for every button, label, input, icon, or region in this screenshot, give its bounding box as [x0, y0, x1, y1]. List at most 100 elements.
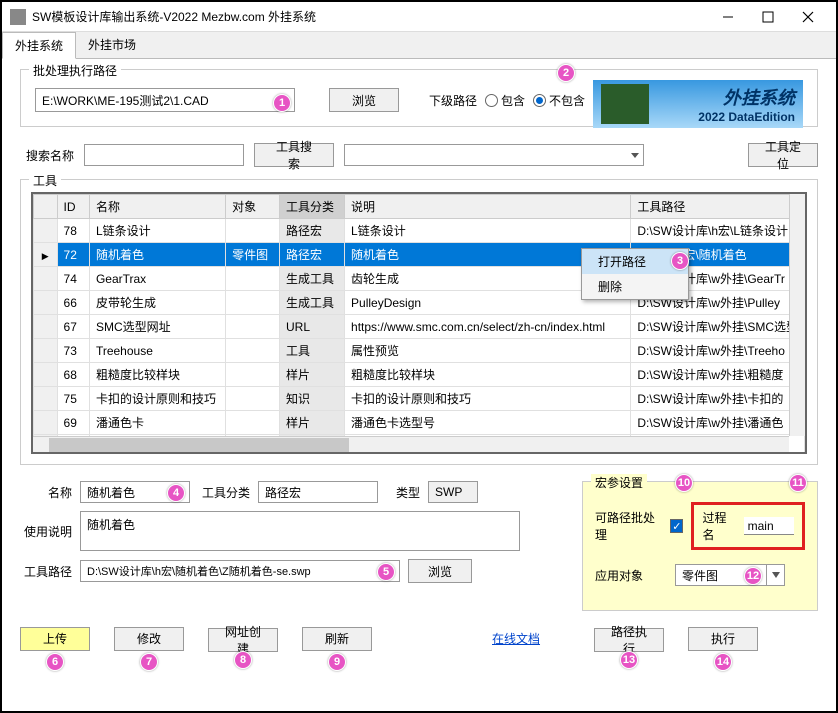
- cell-name: 卡扣的设计原则和技巧: [89, 387, 225, 411]
- tab-plugin-system[interactable]: 外挂系统: [2, 32, 76, 59]
- cell-name: 皮带轮生成: [89, 291, 225, 315]
- badge-7: 7: [140, 653, 158, 671]
- cell-cat: 路径宏: [280, 243, 345, 267]
- url-create-button[interactable]: 网址创建: [208, 628, 278, 652]
- search-combo[interactable]: [344, 144, 644, 166]
- tab-plugin-market[interactable]: 外挂市场: [76, 32, 148, 58]
- row-indicator: [34, 291, 58, 315]
- cell-name: 粗糙度比较样块: [89, 363, 225, 387]
- search-name-input[interactable]: [84, 144, 244, 166]
- cell-path: D:\SW设计库\w外挂\潘通色: [631, 411, 805, 435]
- badge-14: 14: [714, 653, 732, 671]
- batch-path-input[interactable]: [35, 88, 295, 112]
- row-indicator: [34, 267, 58, 291]
- cell-cat: 样片: [280, 411, 345, 435]
- detail-cat-label: 工具分类: [198, 484, 250, 501]
- table-row[interactable]: 75 卡扣的设计原则和技巧 知识 卡扣的设计原则和技巧 D:\SW设计库\w外挂…: [34, 387, 805, 411]
- window-title: SW模板设计库输出系统-V2022 Mezbw.com 外挂系统: [32, 8, 708, 25]
- chevron-down-icon: [766, 565, 784, 585]
- proc-name-field[interactable]: main: [744, 517, 794, 535]
- badge-4: 4: [167, 484, 185, 502]
- cell-obj: [226, 363, 280, 387]
- titlebar: SW模板设计库输出系统-V2022 Mezbw.com 外挂系统: [2, 2, 836, 32]
- badge-3: 3: [671, 252, 689, 270]
- detail-path-field[interactable]: D:\SW设计库\h宏\随机着色\Z随机着色-se.swp 5: [80, 560, 400, 582]
- cell-desc: 潘通色卡选型号: [345, 411, 631, 435]
- online-doc-link[interactable]: 在线文档: [492, 630, 540, 647]
- detail-name-label: 名称: [20, 484, 72, 501]
- minimize-button[interactable]: [708, 3, 748, 31]
- col-obj[interactable]: 对象: [226, 195, 280, 219]
- badge-11: 11: [789, 474, 807, 492]
- batch-path-section: 批处理执行路径 1 浏览 下级路径 包含 不包含 2 外挂系统: [20, 69, 818, 127]
- radio-include-icon: [485, 94, 498, 107]
- row-indicator: [34, 339, 58, 363]
- cell-id: 69: [57, 411, 89, 435]
- col-name[interactable]: 名称: [89, 195, 225, 219]
- detail-name-field[interactable]: 随机着色 4: [80, 481, 190, 503]
- col-cat[interactable]: 工具分类: [280, 195, 345, 219]
- scrollbar-vertical[interactable]: [789, 194, 805, 436]
- cell-id: 78: [57, 219, 89, 243]
- badge-13: 13: [620, 651, 638, 669]
- close-button[interactable]: [788, 3, 828, 31]
- radio-exclude[interactable]: 不包含: [533, 92, 585, 109]
- cell-desc: 粗糙度比较样块: [345, 363, 631, 387]
- cell-obj: [226, 219, 280, 243]
- tools-table[interactable]: ID 名称 对象 工具分类 说明 工具路径 78 L链条设计 路径宏 L链条设计…: [33, 194, 805, 454]
- cell-obj: [226, 291, 280, 315]
- col-id[interactable]: ID: [57, 195, 89, 219]
- row-indicator: [34, 219, 58, 243]
- cell-obj: [226, 387, 280, 411]
- col-path[interactable]: 工具路径: [631, 195, 805, 219]
- badge-2: 2: [557, 64, 575, 82]
- table-row[interactable]: 73 Treehouse 工具 属性预览 D:\SW设计库\w外挂\Treeho: [34, 339, 805, 363]
- scrollbar-horizontal[interactable]: [33, 436, 789, 452]
- modify-button[interactable]: 修改: [114, 627, 184, 651]
- bottom-button-row: 上传 6 修改 7 网址创建 8 刷新 9 在线文档 路径执行 13 执行 14: [2, 621, 836, 652]
- col-rowhead[interactable]: [34, 195, 58, 219]
- table-row[interactable]: 78 L链条设计 路径宏 L链条设计 D:\SW设计库\h宏\L链条设计: [34, 219, 805, 243]
- detail-browse-button[interactable]: 浏览: [408, 559, 472, 583]
- tool-search-button[interactable]: 工具搜索: [254, 143, 334, 167]
- detail-path-label: 工具路径: [20, 563, 72, 580]
- badge-1: 1: [273, 94, 291, 112]
- banner-subtitle: 2022 DataEdition: [655, 110, 795, 124]
- proc-name-box: 过程名 main: [691, 502, 805, 550]
- cell-name: Treehouse: [89, 339, 225, 363]
- cell-path: D:\SW设计库\w外挂\Treeho: [631, 339, 805, 363]
- radio-include[interactable]: 包含: [485, 92, 525, 109]
- detail-desc-field[interactable]: 随机着色: [80, 511, 520, 551]
- target-select[interactable]: 零件图 12: [675, 564, 785, 586]
- cell-obj: [226, 411, 280, 435]
- macro-panel: 宏参设置 10 11 可路径批处理 过程名 main 应用对象 零件图 12: [582, 481, 818, 611]
- cell-cat: URL: [280, 315, 345, 339]
- detail-desc-label: 使用说明: [20, 523, 72, 540]
- refresh-button[interactable]: 刷新: [302, 627, 372, 651]
- table-row[interactable]: 69 潘通色卡 样片 潘通色卡选型号 D:\SW设计库\w外挂\潘通色: [34, 411, 805, 435]
- cell-path: D:\SW设计库\h宏\L链条设计: [631, 219, 805, 243]
- maximize-button[interactable]: [748, 3, 788, 31]
- cell-name: L链条设计: [89, 219, 225, 243]
- table-row[interactable]: 68 粗糙度比较样块 样片 粗糙度比较样块 D:\SW设计库\w外挂\粗糙度: [34, 363, 805, 387]
- cell-obj: [226, 339, 280, 363]
- browse-button[interactable]: 浏览: [329, 88, 399, 112]
- tools-section: 工具 ID 名称 对象 工具分类 说明 工具路径 78 L链条设计: [20, 179, 818, 465]
- cell-cat: 生成工具: [280, 291, 345, 315]
- cell-id: 68: [57, 363, 89, 387]
- path-exec-button[interactable]: 路径执行: [594, 628, 664, 652]
- table-row[interactable]: 67 SMC选型网址 URL https://www.smc.com.cn/se…: [34, 315, 805, 339]
- detail-panel: 名称 随机着色 4 工具分类 路径宏 类型 SWP 使用说明 随机着色 工具路径…: [20, 481, 568, 611]
- tool-locate-button[interactable]: 工具定位: [748, 143, 818, 167]
- upload-button[interactable]: 上传: [20, 627, 90, 651]
- macro-title: 宏参设置: [591, 474, 647, 491]
- exec-button[interactable]: 执行: [688, 627, 758, 651]
- detail-cat-field[interactable]: 路径宏: [258, 481, 378, 503]
- batch-checkbox[interactable]: [670, 519, 683, 533]
- col-desc[interactable]: 说明: [345, 195, 631, 219]
- context-delete[interactable]: 删除: [582, 274, 688, 299]
- detail-type-label: 类型: [386, 484, 420, 501]
- cell-name: 随机着色: [89, 243, 225, 267]
- badge-9: 9: [328, 653, 346, 671]
- badge-8: 8: [234, 651, 252, 669]
